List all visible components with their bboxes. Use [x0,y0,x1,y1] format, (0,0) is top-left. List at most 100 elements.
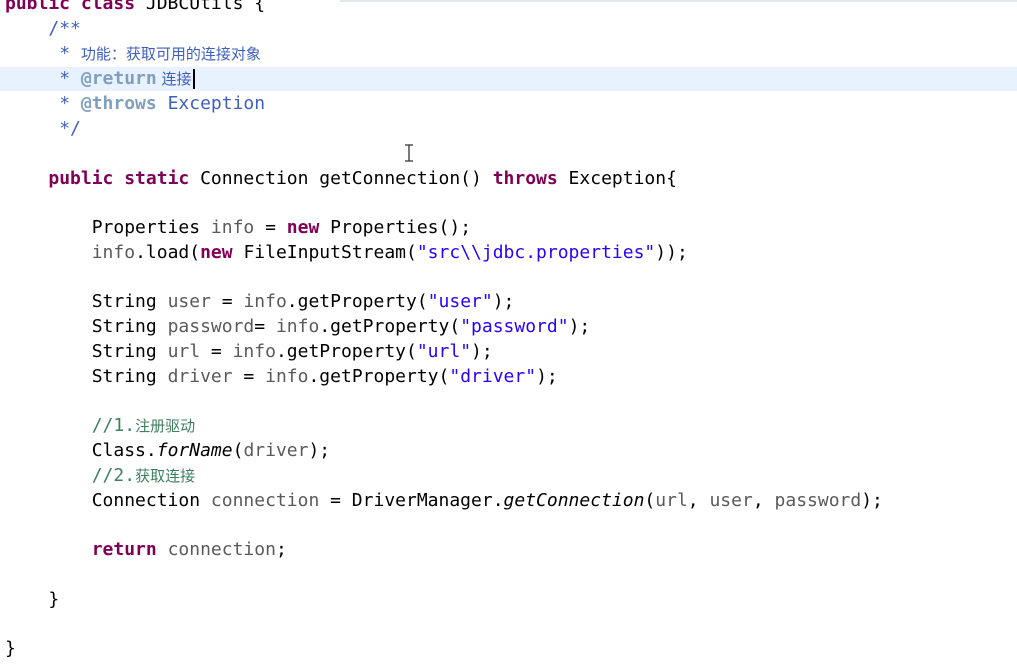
punctuation: , [687,490,710,511]
constructor-call: FileInputStream( [232,242,417,263]
code-line-doc-open[interactable]: /** [0,17,1017,41]
code-line-properties[interactable]: Properties info = new Properties(); [0,216,1017,240]
variable-name: info [243,291,287,312]
type-name: String [91,316,168,337]
method-call: .load( [135,242,201,263]
closing-brace: } [5,638,16,659]
javadoc-star: * [48,68,81,89]
code-line-comment-2[interactable]: //2.获取连接 [0,464,1017,488]
punctuation: ); [568,316,591,337]
class-name: JDBCUtils { [135,0,266,14]
line-comment: //1. [91,415,136,436]
javadoc-close: */ [48,118,81,139]
operator: = [200,341,233,362]
static-method-call: getConnection [503,490,645,511]
string-literal: "user" [427,291,493,312]
string-literal: "driver" [449,366,537,387]
variable-name: url [655,490,688,511]
javadoc-tag-throws: @throws [80,93,157,114]
javadoc-star: * [48,93,81,114]
variable-name: user [709,490,753,511]
keyword-new: new [200,242,233,263]
variable-name: connection [167,539,276,560]
type-name: String [91,341,168,362]
variable-name: driver [243,440,309,461]
method-call: .getProperty( [275,341,417,362]
keyword-public-static: public static [48,168,190,189]
string-literal: "password" [460,316,569,337]
code-line-doc-close[interactable]: */ [0,117,1017,141]
keyword-return: return [91,539,157,560]
type-name: String [91,291,168,312]
ibeam-cursor-icon [405,144,413,162]
constructor-call: Properties(); [319,217,472,238]
punctuation: )); [655,242,688,263]
operator: = [254,217,287,238]
string-literal: "src\\jdbc.properties" [416,242,656,263]
punctuation: ; [275,539,287,560]
line-comment-text: 获取连接 [135,467,196,485]
type-name: Properties [91,217,211,238]
operator: = [210,291,244,312]
javadoc-return-text: 连接 [156,70,192,88]
code-line-doc-throws[interactable]: * @throws Exception [0,92,1017,116]
code-line-class-close[interactable]: } [0,637,1017,661]
punctuation: ); [471,341,493,362]
method-call: .getProperty( [308,366,450,387]
code-line-return[interactable]: return connection; [0,538,1017,562]
code-line-user[interactable]: String user = info.getProperty("user"); [0,290,1017,314]
code-line-url[interactable]: String url = info.getProperty("url"); [0,340,1017,364]
text-caret [192,69,195,89]
method-exception: Exception{ [557,168,677,189]
code-line-class-decl[interactable]: public class JDBCUtils { [0,0,1017,16]
operator: = [232,366,266,387]
line-comment: //2. [91,465,136,486]
variable-name: url [167,341,201,362]
variable-name: info [232,341,276,362]
method-signature: Connection getConnection() [189,168,493,189]
keyword-new: new [286,217,320,238]
javadoc-star: * [48,43,81,64]
code-line-password[interactable]: String password= info.getProperty("passw… [0,315,1017,339]
code-line-method-close[interactable]: } [0,588,1017,612]
class-reference: Class. [91,440,157,461]
method-call: .getProperty( [286,291,428,312]
variable-name: user [167,291,211,312]
keyword-public-class: public class [5,0,136,14]
punctuation: ); [536,366,558,387]
code-line-driver[interactable]: String driver = info.getProperty("driver… [0,365,1017,389]
punctuation: ( [644,490,656,511]
code-line-method-decl[interactable]: public static Connection getConnection()… [0,167,1017,191]
punctuation: ); [308,440,331,461]
variable-name: info [275,316,320,337]
code-line-load[interactable]: info.load(new FileInputStream("src\\jdbc… [0,241,1017,265]
code-line-connection[interactable]: Connection connection = DriverManager.ge… [0,489,1017,513]
variable-name: info [265,366,309,387]
javadoc-open: /** [48,18,81,39]
line-comment-text: 注册驱动 [135,417,196,435]
keyword-throws: throws [492,168,558,189]
punctuation: ); [861,490,883,511]
class-reference: = DriverManager. [319,490,504,511]
javadoc-tag-return: @return [80,68,157,89]
punctuation: ); [492,291,515,312]
punctuation: , [752,490,775,511]
code-editor[interactable]: public class JDBCUtils { /** * 功能：获取可用的连… [0,0,1017,667]
code-line-comment-1[interactable]: //1.注册驱动 [0,414,1017,438]
string-literal: "url" [416,341,472,362]
code-line-doc-return[interactable]: * @return 连接 [0,67,1017,91]
code-line-forname[interactable]: Class.forName(driver); [0,439,1017,463]
code-line-doc-desc[interactable]: * 功能：获取可用的连接对象 [0,42,1017,66]
variable-name: driver [167,366,233,387]
operator: = [254,316,276,337]
closing-brace: } [48,589,60,610]
method-call: .getProperty( [319,316,461,337]
type-name: Connection [91,490,211,511]
type-name: String [91,366,168,387]
javadoc-throws-text: Exception [156,93,266,114]
variable-name: info [210,217,255,238]
variable-name: password [774,490,862,511]
variable-name: connection [210,490,320,511]
static-method-call: forName [156,440,233,461]
